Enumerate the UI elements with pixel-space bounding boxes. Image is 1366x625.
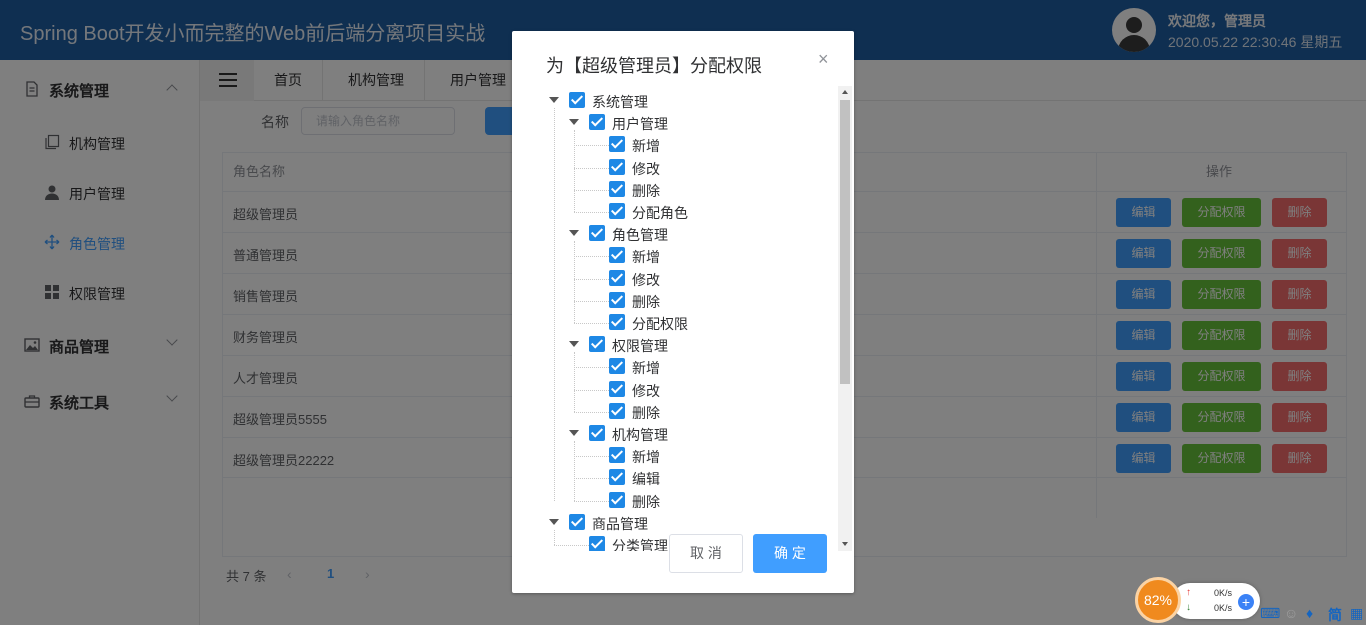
checkbox-checked-icon[interactable] (609, 447, 625, 464)
dialog-title: 为【超级管理员】分配权限 (546, 56, 762, 76)
checkbox-checked-icon[interactable] (609, 269, 625, 286)
tree-scrollbar[interactable] (838, 86, 852, 551)
assign-permission-dialog: 为【超级管理员】分配权限 × 系统管理 用户管理 新增 修改 删除 分配角色 角色管理 新增修… (512, 31, 854, 593)
upload-arrow-icon: ↑ (1186, 587, 1191, 598)
tree-node[interactable]: 删除 (512, 490, 838, 512)
tree-node-label: 删除 (632, 493, 660, 510)
checkbox-checked-icon[interactable] (609, 402, 625, 419)
checkbox-checked-icon[interactable] (609, 180, 625, 197)
tree-node[interactable]: 新增 (512, 245, 838, 267)
caret-down-icon[interactable] (569, 341, 579, 348)
caret-down-icon[interactable] (549, 518, 559, 525)
tree-node[interactable]: 用户管理 (512, 112, 838, 134)
tree-node-label: 修改 (632, 382, 660, 399)
tree-node[interactable]: 修改 (512, 379, 838, 401)
tree-node[interactable]: 新增 (512, 134, 838, 156)
tree-node-label: 角色管理 (612, 227, 668, 244)
checkbox-checked-icon[interactable] (609, 358, 625, 375)
tree-node[interactable]: 角色管理 (512, 223, 838, 245)
checkbox-checked-icon[interactable] (609, 469, 625, 486)
checkbox-checked-icon[interactable] (569, 92, 585, 108)
caret-down-icon[interactable] (569, 430, 579, 436)
ime-tray: ⌨ ☺ ♦ 简 ▦ (1258, 604, 1366, 625)
tree-node[interactable]: 编辑 (512, 467, 838, 489)
checkbox-checked-icon[interactable] (609, 380, 625, 397)
tree-node-label: 删除 (632, 182, 660, 199)
checkbox-checked-icon[interactable] (609, 291, 625, 308)
tree-node-label: 系统管理 (592, 94, 648, 110)
grid-icon[interactable]: ▦ (1350, 605, 1363, 622)
tree-node-label: 用户管理 (612, 116, 668, 133)
download-speed: 0K/s (1214, 603, 1233, 613)
tree-node[interactable]: 权限管理 (512, 334, 838, 356)
tree-node-label: 编辑 (632, 471, 660, 488)
plus-icon[interactable]: + (1238, 594, 1254, 610)
tree-node[interactable]: 商品管理 (512, 512, 838, 534)
tree-node[interactable]: 删除 (512, 179, 838, 201)
caret-down-icon[interactable] (569, 119, 579, 126)
tree-node[interactable]: 分配权限 (512, 312, 838, 334)
tree-node[interactable]: 修改 (512, 157, 838, 179)
person-icon[interactable]: ☺ (1284, 605, 1298, 621)
checkbox-checked-icon[interactable] (589, 425, 605, 441)
checkbox-checked-icon[interactable] (589, 114, 605, 131)
checkbox-checked-icon[interactable] (609, 314, 625, 330)
tree-node-label: 新增 (632, 449, 660, 466)
checkbox-checked-icon[interactable] (609, 136, 625, 153)
tree-node-label: 机构管理 (612, 427, 668, 443)
tree-node-label: 商品管理 (592, 515, 648, 532)
tree-node-label: 分类管理 (612, 538, 668, 551)
tree-node[interactable]: 系统管理 (512, 90, 838, 112)
confirm-button[interactable]: 确 定 (753, 534, 827, 573)
checkbox-checked-icon[interactable] (609, 247, 625, 264)
tree-node[interactable]: 机构管理 (512, 423, 838, 445)
tree-node-label: 新增 (632, 249, 660, 266)
tree-node-label: 删除 (632, 404, 660, 421)
download-arrow-icon: ↓ (1186, 602, 1191, 613)
checkbox-checked-icon[interactable] (609, 491, 625, 508)
caret-down-icon[interactable] (549, 97, 559, 103)
checkbox-checked-icon[interactable] (569, 513, 585, 530)
tree-node-label: 修改 (632, 271, 660, 288)
checkbox-checked-icon[interactable] (609, 158, 625, 175)
close-icon[interactable]: × (818, 49, 829, 70)
tree-node-label: 修改 (632, 160, 660, 177)
tree-node-label: 分配角色 (632, 205, 688, 221)
tree-node-label: 新增 (632, 360, 660, 377)
checkbox-checked-icon[interactable] (589, 336, 605, 353)
tree-node-label: 权限管理 (612, 338, 668, 355)
checkbox-checked-icon[interactable] (609, 203, 625, 219)
checkbox-checked-icon[interactable] (589, 536, 605, 551)
checkbox-checked-icon[interactable] (589, 225, 605, 242)
caret-down-icon[interactable] (569, 230, 579, 237)
tree-node[interactable]: 删除 (512, 401, 838, 423)
permission-tree: 系统管理 用户管理 新增 修改 删除 分配角色 角色管理 新增 修改 删除 分配权限 权限管理 新增 修改… (512, 86, 838, 551)
tree-node[interactable]: 新增 (512, 445, 838, 467)
ime-mode-icon[interactable]: 简 (1328, 605, 1342, 625)
upload-speed: 0K/s (1214, 588, 1233, 598)
tree-node[interactable]: 分配角色 (512, 201, 838, 223)
tree-node[interactable]: 修改 (512, 268, 838, 290)
cancel-button[interactable]: 取 消 (669, 534, 743, 573)
tree-node[interactable]: 新增 (512, 356, 838, 378)
memory-gauge[interactable]: 82% (1135, 577, 1181, 623)
tree-node-label: 删除 (632, 293, 660, 310)
keyboard-icon[interactable]: ⌨ (1260, 605, 1280, 622)
network-speed-widget[interactable]: ↑ 0K/s ↓ 0K/s + (1172, 583, 1260, 619)
tree-node[interactable]: 删除 (512, 290, 838, 312)
tree-node-label: 新增 (632, 138, 660, 155)
shirt-icon[interactable]: ♦ (1306, 605, 1313, 621)
tree-node-label: 分配权限 (632, 316, 688, 332)
